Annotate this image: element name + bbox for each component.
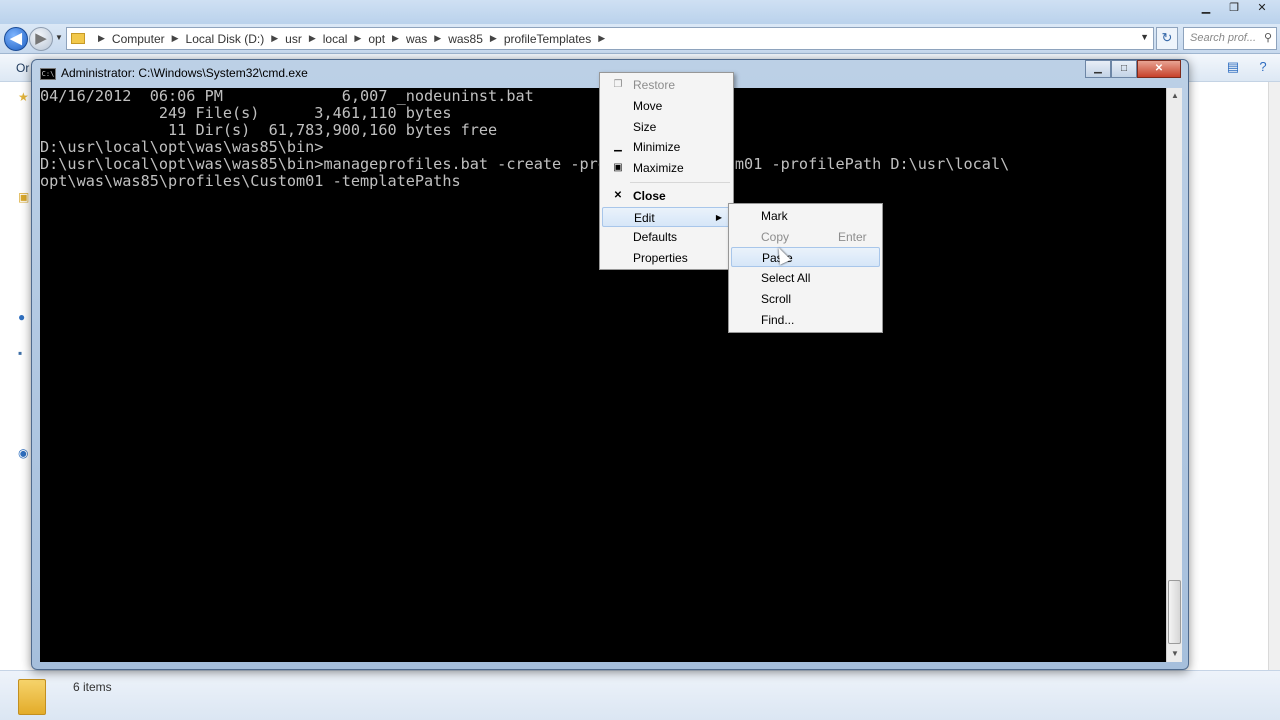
preview-pane-icon[interactable]: ▤	[1224, 58, 1242, 76]
address-bar[interactable]: ▶ Computer ▶ Local Disk (D:) ▶ usr ▶ local ▶…	[66, 27, 1154, 50]
scroll-up-arrow-icon[interactable]: ▲	[1167, 88, 1183, 104]
menu-item-label: Minimize	[633, 140, 681, 154]
breadcrumb-opt[interactable]: opt	[368, 32, 385, 46]
libraries-icon[interactable]: ▣	[18, 190, 29, 204]
menu-item-move[interactable]: Move	[602, 96, 731, 116]
menu-item-label: Edit	[634, 211, 655, 225]
breadcrumb-computer[interactable]: Computer	[112, 32, 165, 46]
chevron-right-icon[interactable]: ▶	[98, 33, 105, 44]
menu-item-scroll[interactable]: Scroll	[731, 289, 880, 309]
explorer-close-button[interactable]: ✕	[1250, 0, 1274, 18]
breadcrumb-local[interactable]: local	[323, 32, 348, 46]
network-icon[interactable]: ◉	[18, 446, 28, 460]
explorer-address-row: ◀ ▶ ▼ ▶ Computer ▶ Local Disk (D:) ▶ usr ▶ …	[0, 24, 1280, 54]
breadcrumb-profile-templates[interactable]: profileTemplates	[504, 32, 591, 46]
chevron-right-icon[interactable]: ▶	[490, 33, 497, 44]
item-count: 6 items	[73, 680, 112, 694]
menu-item-label: Select All	[761, 271, 811, 285]
computer-icon[interactable]: ▪	[18, 346, 22, 360]
menu-item-label: Find...	[761, 313, 795, 327]
menu-item-close[interactable]: ✕ Close	[602, 186, 731, 206]
minimize-icon: ▁	[614, 141, 622, 152]
menu-item-label: Defaults	[633, 230, 678, 244]
breadcrumb-was85[interactable]: was85	[448, 32, 483, 46]
menu-item-size[interactable]: Size	[602, 117, 731, 137]
scroll-down-arrow-icon[interactable]: ▼	[1167, 646, 1183, 662]
search-input[interactable]: Search prof... ⚲	[1183, 27, 1277, 50]
cmd-window-title: Administrator: C:\Windows\System32\cmd.e…	[61, 66, 308, 80]
explorer-scrollbar[interactable]	[1268, 82, 1280, 672]
menu-item-edit[interactable]: Edit ▶	[602, 207, 731, 227]
chevron-right-icon[interactable]: ▶	[271, 33, 278, 44]
refresh-button[interactable]: ↻	[1156, 27, 1178, 50]
menu-item-minimize[interactable]: ▁ Minimize	[602, 137, 731, 157]
edit-submenu: Mark Copy Enter Paste Select All Scroll …	[728, 203, 883, 333]
forward-button[interactable]: ▶	[29, 27, 53, 51]
menu-item-label: Properties	[633, 251, 688, 265]
chevron-right-icon[interactable]: ▶	[354, 33, 361, 44]
cmd-close-button[interactable]: ✕	[1137, 60, 1181, 78]
menu-item-label: Close	[633, 189, 666, 203]
menu-item-defaults[interactable]: Defaults	[602, 227, 731, 247]
menu-item-properties[interactable]: Properties	[602, 248, 731, 268]
chevron-right-icon[interactable]: ▶	[172, 33, 179, 44]
favorites-star-icon[interactable]: ★	[18, 90, 29, 104]
scroll-thumb[interactable]	[1168, 580, 1181, 644]
breadcrumb-local-disk[interactable]: Local Disk (D:)	[186, 32, 265, 46]
menu-item-maximize[interactable]: ▣ Maximize	[602, 158, 731, 178]
cmd-minimize-button[interactable]: ▁	[1085, 60, 1111, 78]
folder-icon	[71, 33, 85, 44]
menu-item-label: Restore	[633, 78, 676, 92]
menu-item-label: Size	[633, 120, 657, 134]
chevron-right-icon[interactable]: ▶	[598, 33, 605, 44]
submenu-arrow-icon: ▶	[715, 213, 722, 222]
copy-shortcut: Enter	[838, 230, 867, 244]
menu-item-label: Move	[633, 99, 663, 113]
menu-item-restore[interactable]: ❐ Restore	[602, 75, 731, 95]
homegroup-icon[interactable]: ●	[18, 310, 25, 324]
restore-icon: ❐	[613, 79, 623, 90]
explorer-title-bar: ▁ ❐ ✕	[0, 0, 1280, 24]
search-placeholder: Search prof...	[1190, 32, 1257, 44]
search-icon[interactable]: ⚲	[1264, 28, 1272, 49]
menu-item-label: Copy	[761, 230, 790, 244]
menu-item-label: Scroll	[761, 292, 792, 306]
menu-item-copy[interactable]: Copy Enter	[731, 227, 880, 247]
menu-item-paste[interactable]: Paste	[731, 247, 880, 267]
folder-icon	[18, 679, 46, 715]
maximize-icon: ▣	[613, 162, 623, 173]
organize-menu[interactable]: Or	[16, 61, 29, 75]
recent-pages-dropdown[interactable]: ▼	[55, 33, 63, 42]
explorer-window-controls: ▁ ❐ ✕	[1194, 0, 1274, 18]
help-icon[interactable]: ?	[1254, 58, 1272, 76]
menu-item-label: Maximize	[633, 161, 684, 175]
breadcrumb-was[interactable]: was	[406, 32, 427, 46]
system-menu: ❐ Restore Move Size ▁ Minimize ▣ Maximiz…	[599, 72, 734, 270]
back-button[interactable]: ◀	[4, 27, 28, 51]
menu-item-select-all[interactable]: Select All	[731, 268, 880, 288]
explorer-restore-button[interactable]: ❐	[1222, 0, 1246, 18]
menu-item-find[interactable]: Find...	[731, 310, 880, 330]
console-scrollbar[interactable]: ▲ ▼	[1166, 88, 1182, 662]
chevron-right-icon[interactable]: ▶	[434, 33, 441, 44]
cmd-maximize-button[interactable]: □	[1111, 60, 1137, 78]
breadcrumb-usr[interactable]: usr	[285, 32, 302, 46]
chevron-right-icon[interactable]: ▶	[392, 33, 399, 44]
chevron-right-icon[interactable]: ▶	[309, 33, 316, 44]
menu-item-label: Mark	[761, 209, 788, 223]
cmd-icon[interactable]: C:\	[40, 68, 56, 80]
address-dropdown-icon[interactable]: ▼	[1140, 32, 1149, 42]
explorer-minimize-button[interactable]: ▁	[1194, 0, 1218, 18]
menu-separator	[630, 182, 730, 183]
menu-item-mark[interactable]: Mark	[731, 206, 880, 226]
close-icon: ✕	[613, 190, 623, 201]
explorer-status-bar: 6 items	[0, 670, 1280, 720]
